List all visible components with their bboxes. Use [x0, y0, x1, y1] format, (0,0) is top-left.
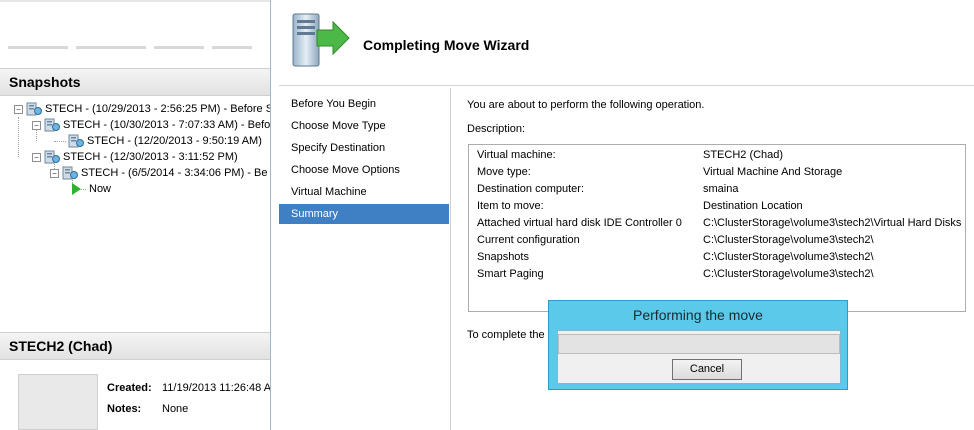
description-row-value: C:\ClusterStorage\volume3\stech2\ — [703, 234, 874, 246]
snapshot-icon — [68, 134, 84, 148]
collapse-icon[interactable]: − — [50, 168, 59, 178]
now-arrow-icon — [72, 183, 81, 196]
wizard-step-choose-move-options[interactable]: Choose Move Options — [279, 160, 449, 180]
snapshots-pane-header: Snapshots — [0, 68, 276, 96]
complete-instruction-text: To complete the n — [467, 329, 554, 341]
snapshot-tree-item[interactable]: − STECH - (6/5/2014 - 3:34:06 PM) - Be — [50, 165, 267, 181]
snapshot-tree-item[interactable]: Now — [72, 181, 111, 197]
snapshot-icon — [26, 102, 42, 116]
faint-toolbar-text — [8, 40, 268, 50]
description-row-value: C:\ClusterStorage\volume3\stech2\ — [703, 268, 874, 280]
hyperv-manager-pane: Snapshots − STECH - (10/29/2013 - 2:56:25… — [0, 0, 276, 430]
collapse-icon[interactable]: − — [32, 120, 41, 130]
wizard-step-virtual-machine[interactable]: Virtual Machine — [279, 182, 449, 202]
progress-bar — [558, 334, 840, 354]
snapshot-tree-label: STECH - (10/29/2013 - 2:56:25 PM) - Befo… — [45, 103, 274, 115]
description-row-value: Destination Location — [703, 200, 803, 212]
description-row-label: Item to move: — [477, 200, 544, 212]
snapshot-tree-label: STECH - (12/20/2013 - 9:50:19 AM) — [87, 135, 262, 147]
description-row: Smart Paging C:\ClusterStorage\volume3\st… — [477, 266, 965, 283]
snapshot-tree-label: STECH - (12/30/2013 - 3:11:52 PM) — [63, 151, 238, 163]
snapshot-tree-label: STECH - (10/30/2013 - 7:07:33 AM) - Befo — [63, 119, 271, 131]
wizard-title: Completing Move Wizard — [363, 37, 530, 53]
wizard-step-specify-destination[interactable]: Specify Destination — [279, 138, 449, 158]
description-row: Snapshots C:\ClusterStorage\volume3\stech… — [477, 249, 965, 266]
snapshot-icon — [44, 150, 60, 164]
collapse-icon[interactable]: − — [32, 152, 41, 162]
description-row-value: smaina — [703, 183, 739, 195]
snapshot-icon — [44, 118, 60, 132]
snapshot-tree-label: Now — [89, 183, 112, 195]
description-row-label: Virtual machine: — [477, 149, 556, 161]
top-stripe — [0, 0, 276, 2]
server-move-icon — [292, 13, 350, 67]
description-row-label: Smart Paging — [477, 268, 544, 280]
description-row-label: Snapshots — [477, 251, 529, 263]
description-box[interactable]: Virtual machine: STECH2 (Chad) Move type: V… — [468, 144, 966, 312]
progress-dialog: Performing the move Cancel — [548, 300, 848, 390]
description-row-label: Attached virtual hard disk IDE Controlle… — [477, 217, 682, 229]
snapshot-tree-item[interactable]: STECH - (12/20/2013 - 9:50:19 AM) — [68, 133, 262, 149]
description-label: Description: — [467, 123, 526, 135]
snapshot-tree-item[interactable]: − STECH - (12/30/2013 - 3:11:52 PM) — [32, 149, 238, 165]
description-row: Item to move: Destination Location — [477, 198, 965, 215]
wizard-step-choose-move-type[interactable]: Choose Move Type — [279, 116, 449, 136]
notes-value: None — [162, 403, 189, 415]
notes-label: Notes: — [107, 403, 142, 415]
created-label: Created: — [107, 382, 152, 394]
vm-details-header: STECH2 (Chad) — [0, 332, 276, 360]
wizard-step-nav: Before You Begin Choose Move Type Specify … — [279, 88, 451, 430]
cancel-button[interactable]: Cancel — [672, 359, 742, 380]
snapshot-tree-label: STECH - (6/5/2014 - 3:34:06 PM) - Be — [81, 167, 268, 179]
description-row-label: Destination computer: — [477, 183, 584, 195]
progress-dialog-title: Performing the move — [633, 307, 763, 323]
snapshot-tree-item[interactable]: − STECH - (10/30/2013 - 7:07:33 AM) - Bef… — [32, 117, 270, 133]
intro-text: You are about to perform the following o… — [467, 99, 705, 111]
snapshot-tree-item[interactable]: − STECH - (10/29/2013 - 2:56:25 PM) - Bef… — [14, 101, 273, 117]
description-row-value: C:\ClusterStorage\volume3\stech2\Virtual… — [703, 217, 962, 229]
vm-thumbnail[interactable] — [18, 374, 98, 430]
description-row-label: Move type: — [477, 166, 531, 178]
snapshot-icon — [62, 166, 78, 180]
description-row: Attached virtual hard disk IDE Controlle… — [477, 215, 965, 232]
description-row: Current configuration C:\ClusterStorage\v… — [477, 232, 965, 249]
progress-dialog-body: Cancel — [557, 330, 841, 384]
description-row: Destination computer: smaina — [477, 181, 965, 198]
created-value: 11/19/2013 11:26:48 A — [162, 382, 272, 394]
description-row-value: C:\ClusterStorage\volume3\stech2\ — [703, 251, 874, 263]
collapse-icon[interactable]: − — [14, 104, 23, 114]
description-row-value: Virtual Machine And Storage — [703, 166, 843, 178]
description-row-label: Current configuration — [477, 234, 580, 246]
wizard-header: Completing Move Wizard — [279, 0, 974, 86]
description-row: Virtual machine: STECH2 (Chad) — [477, 147, 965, 164]
wizard-step-summary[interactable]: Summary — [279, 204, 449, 224]
description-row: Move type: Virtual Machine And Storage — [477, 164, 965, 181]
description-row-value: STECH2 (Chad) — [703, 149, 784, 161]
snapshot-tree[interactable]: − STECH - (10/29/2013 - 2:56:25 PM) - Bef… — [14, 101, 276, 201]
wizard-step-before-you-begin[interactable]: Before You Begin — [279, 94, 449, 114]
